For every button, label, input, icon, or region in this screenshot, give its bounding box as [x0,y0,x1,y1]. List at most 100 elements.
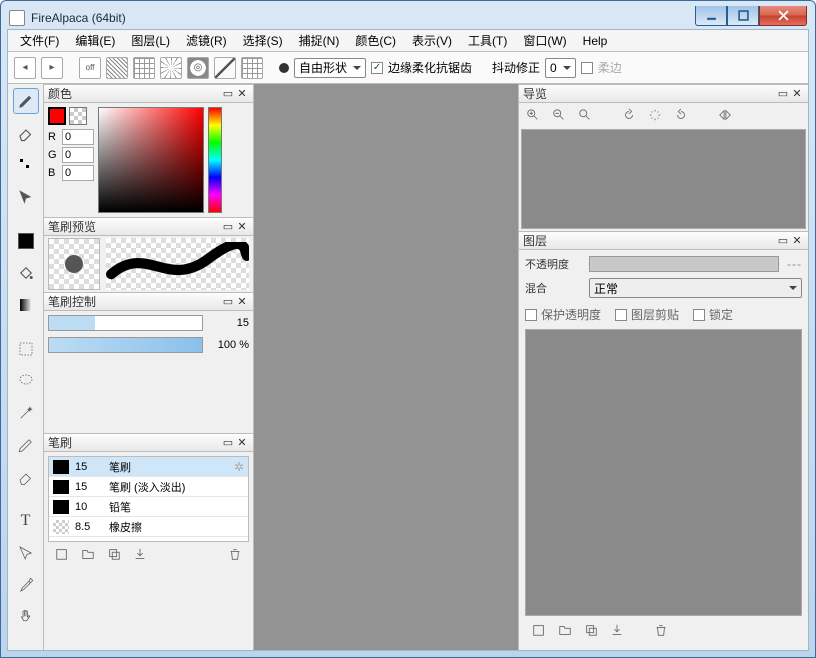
menu-edit[interactable]: 编辑(E) [67,30,123,51]
object-tool[interactable] [13,540,39,566]
b-label: B [48,167,58,179]
brush-size-slider[interactable] [48,315,203,331]
new-layer-icon[interactable] [531,622,547,638]
lock-checkbox[interactable] [693,309,705,321]
dock-icon[interactable]: ▭ [221,436,235,450]
delete-brush-icon[interactable] [227,546,243,562]
text-tool[interactable]: T [13,508,39,534]
select-eraser-tool[interactable] [13,464,39,490]
lasso-tool[interactable] [13,368,39,394]
menu-color[interactable]: 颜色(C) [347,30,404,51]
dock-icon[interactable]: ▭ [221,295,235,309]
flip-icon[interactable] [717,107,733,123]
snap-radial-button[interactable] [160,57,182,79]
brush-row[interactable]: 15 笔刷 (淡入淡出) [49,477,248,497]
nav-back-icon[interactable]: ◂ [14,57,36,79]
r-input[interactable] [62,129,94,145]
merge-layer-icon[interactable] [609,622,625,638]
delete-layer-icon[interactable] [653,622,669,638]
menu-filter[interactable]: 滤镜(R) [178,30,235,51]
gear-icon[interactable]: ✲ [234,460,244,474]
dock-icon[interactable]: ▭ [221,220,235,234]
menu-select[interactable]: 选择(S) [235,30,291,51]
color-panel-title: 颜色 [48,85,72,102]
close-icon[interactable]: ✕ [235,220,249,234]
snap-vanish-button[interactable] [241,57,263,79]
maximize-button[interactable] [727,6,759,26]
magic-wand-tool[interactable] [13,400,39,426]
brush-name: 铅笔 [109,499,244,515]
menu-file[interactable]: 文件(F) [12,30,67,51]
menu-layer[interactable]: 图层(L) [123,30,178,51]
hand-tool[interactable] [13,604,39,630]
menu-view[interactable]: 表示(V) [404,30,460,51]
move-tool[interactable] [13,184,39,210]
close-icon[interactable]: ✕ [235,87,249,101]
brush-opacity-slider[interactable] [48,337,203,353]
brush-swatch [53,500,69,514]
g-input[interactable] [62,147,94,163]
rotate-reset-icon[interactable] [647,107,663,123]
hue-slider[interactable] [208,107,222,213]
new-folder-icon[interactable] [557,622,573,638]
close-icon[interactable]: ✕ [790,87,804,101]
clipping-checkbox[interactable] [615,309,627,321]
dock-icon[interactable]: ▭ [221,87,235,101]
b-input[interactable] [62,165,94,181]
snap-grid-button[interactable] [133,57,155,79]
dock-icon[interactable]: ▭ [776,87,790,101]
navigator-view[interactable] [521,129,806,229]
nav-fwd-icon[interactable]: ▸ [41,57,63,79]
protect-alpha-checkbox[interactable] [525,309,537,321]
dot-tool[interactable] [13,152,39,178]
fill-tool[interactable] [13,228,39,254]
add-folder-icon[interactable] [80,546,96,562]
eyedropper-tool[interactable] [13,572,39,598]
blend-mode-select[interactable]: 正常 [589,278,802,298]
menu-snap[interactable]: 捕捉(N) [291,30,348,51]
snap-circle-button[interactable]: ◎ [187,57,209,79]
snap-curve-button[interactable] [214,57,236,79]
close-icon[interactable]: ✕ [235,295,249,309]
antialias-checkbox[interactable] [371,62,383,74]
rotate-left-icon[interactable] [621,107,637,123]
bucket-tool[interactable] [13,260,39,286]
dock-icon[interactable]: ▭ [776,234,790,248]
close-icon[interactable]: ✕ [235,436,249,450]
zoom-fit-icon[interactable] [577,107,593,123]
zoom-in-icon[interactable] [525,107,541,123]
brush-row[interactable]: 10 铅笔 [49,497,248,517]
layer-opacity-slider[interactable] [589,256,779,272]
menu-window[interactable]: 窗口(W) [515,30,574,51]
select-rect-tool[interactable] [13,336,39,362]
softedge-checkbox[interactable] [581,62,593,74]
brush-tool[interactable] [13,88,39,114]
background-color-swatch[interactable] [69,107,87,125]
brush-row[interactable]: 15 笔刷 ✲ [49,457,248,477]
select-pen-tool[interactable] [13,432,39,458]
layer-list[interactable] [525,329,802,616]
foreground-color-swatch[interactable] [48,107,66,125]
eraser-tool[interactable] [13,120,39,146]
add-brush-icon[interactable] [54,546,70,562]
stabilizer-select[interactable]: 0 [545,58,576,78]
menu-help[interactable]: Help [575,32,616,50]
close-button[interactable] [759,6,807,26]
minimize-button[interactable] [695,6,727,26]
gradient-tool[interactable] [13,292,39,318]
navigator-title: 导览 [523,85,547,102]
canvas-area[interactable] [254,84,518,650]
zoom-out-icon[interactable] [551,107,567,123]
download-brush-icon[interactable] [132,546,148,562]
close-icon[interactable]: ✕ [790,234,804,248]
dup-layer-icon[interactable] [583,622,599,638]
r-label: R [48,131,58,143]
dup-brush-icon[interactable] [106,546,122,562]
snap-off-button[interactable]: off [79,57,101,79]
brush-row[interactable]: 8.5 橡皮擦 [49,517,248,537]
shape-select[interactable]: 自由形状 [294,58,366,78]
snap-parallel-button[interactable] [106,57,128,79]
rotate-right-icon[interactable] [673,107,689,123]
menu-tool[interactable]: 工具(T) [460,30,515,51]
sv-picker[interactable] [98,107,204,213]
